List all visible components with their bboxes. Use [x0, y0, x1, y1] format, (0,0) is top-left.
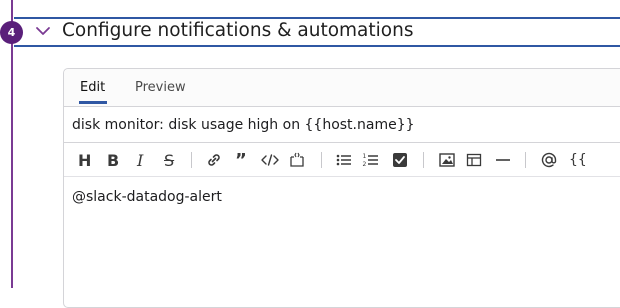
- message-body-text[interactable]: @slack-datadog-alert: [72, 189, 222, 205]
- checklist-icon[interactable]: [391, 150, 409, 170]
- svg-text:2: 2: [363, 161, 367, 168]
- template-variables-button[interactable]: {{: [569, 150, 587, 170]
- section-top-border: [14, 17, 620, 19]
- heading-button[interactable]: H: [78, 150, 91, 170]
- toolbar-separator: [423, 152, 424, 168]
- toolbar-separator: [321, 152, 322, 168]
- tab-preview[interactable]: Preview: [135, 80, 186, 95]
- toolbar-separator: [191, 152, 192, 168]
- link-icon[interactable]: [205, 150, 223, 170]
- editor-tabs: Edit Preview: [64, 69, 620, 107]
- message-editor: Edit Preview H B I S ”: [63, 68, 620, 308]
- bold-button[interactable]: B: [107, 150, 119, 170]
- formatting-toolbar: H B I S ” 1 2 {{: [64, 144, 620, 177]
- tab-edit[interactable]: Edit: [80, 80, 105, 95]
- numbered-list-icon[interactable]: 1 2: [362, 150, 380, 170]
- svg-text:1: 1: [363, 153, 367, 160]
- image-icon[interactable]: [438, 150, 456, 170]
- table-icon[interactable]: [465, 150, 483, 170]
- chevron-down-icon[interactable]: [35, 25, 51, 37]
- strikethrough-button[interactable]: S: [164, 150, 174, 170]
- step-number-badge: 4: [0, 21, 23, 44]
- horizontal-rule-icon[interactable]: [494, 150, 512, 170]
- section-title[interactable]: Configure notifications & automations: [62, 20, 413, 41]
- active-tab-indicator: [79, 101, 107, 104]
- section-bottom-border: [14, 45, 620, 47]
- toolbar-separator: [525, 152, 526, 168]
- notification-title-input[interactable]: [64, 107, 620, 143]
- bulleted-list-icon[interactable]: [335, 150, 353, 170]
- code-block-icon[interactable]: [288, 150, 306, 170]
- code-icon[interactable]: [260, 150, 280, 170]
- quote-button[interactable]: ”: [235, 150, 247, 171]
- mention-icon[interactable]: [540, 150, 558, 170]
- italic-button[interactable]: I: [137, 150, 143, 170]
